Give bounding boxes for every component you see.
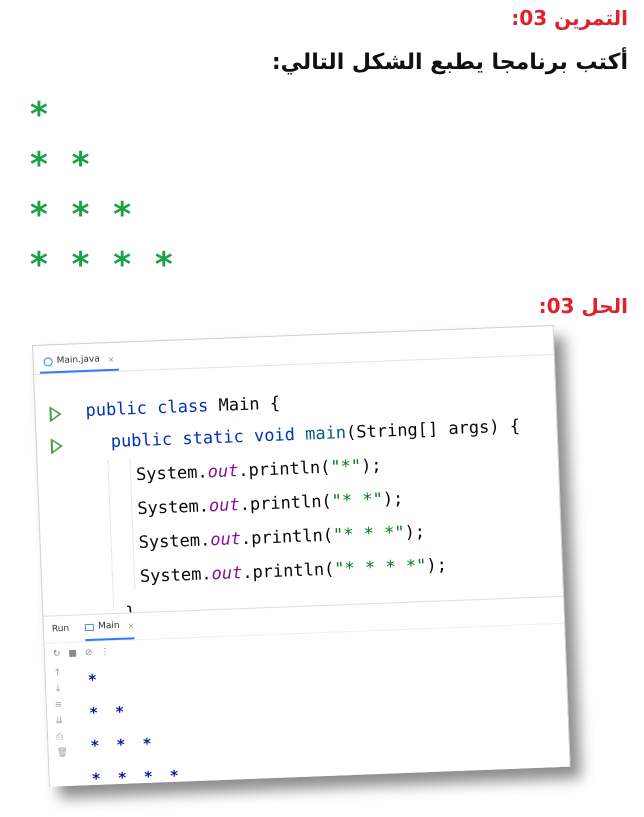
console-line: * * * *	[91, 766, 184, 789]
code-token: );	[426, 555, 448, 577]
run-main-icon[interactable]	[50, 437, 64, 455]
run-tab-main[interactable]: Main ×	[84, 613, 135, 642]
run-class-icon[interactable]	[49, 405, 62, 423]
console-side-toolbar: ↑ ↓ ≡ ⇊ ⎙ 🗑	[53, 668, 70, 758]
code-line-main: public static void main(String[] args) {	[110, 416, 520, 452]
ide-screenshot: Main.java × public class Main { public s…	[32, 324, 571, 788]
code-token: );	[360, 455, 382, 477]
console-line: *	[87, 670, 102, 690]
code-line-class: public class Main {	[85, 394, 280, 421]
keyword: public	[110, 429, 173, 453]
indent-guide	[107, 460, 115, 611]
code-token: out	[207, 461, 239, 483]
soft-wrap-icon[interactable]: ≡	[55, 700, 69, 710]
run-tab-label: Main	[97, 620, 120, 632]
console-line: * *	[88, 702, 129, 723]
scroll-up-icon[interactable]: ↑	[53, 668, 67, 678]
keyword: void	[253, 424, 296, 447]
code-line-print: System.out.println("* * * *");	[140, 555, 448, 587]
code-line-print: System.out.println("* * *");	[138, 522, 425, 553]
console-line: * * *	[90, 734, 156, 756]
console-output: * * * * * * * * * *	[88, 668, 184, 803]
code-token: );	[404, 522, 426, 543]
print-icon[interactable]: ⎙	[56, 732, 70, 742]
code-token: System.	[139, 564, 212, 588]
keyword: static	[182, 426, 245, 450]
pattern-row: * * * *	[30, 245, 179, 285]
exercise-question: أكتب برنامجا يطبع الشكل التالي:	[271, 50, 628, 75]
code-editor[interactable]: public class Main { public static void m…	[34, 355, 564, 635]
string-literal: "* * * *"	[333, 556, 427, 580]
code-line-print: System.out.println("* *");	[137, 489, 404, 519]
string-literal: "* * *"	[332, 522, 406, 546]
code-token: .println(	[239, 491, 333, 516]
rerun-icon[interactable]: ↻	[53, 649, 61, 659]
code-token: .println(	[240, 525, 334, 550]
indent-guide	[129, 459, 136, 590]
code-token: .println(	[241, 559, 335, 584]
code-token: System.	[138, 530, 211, 554]
editor-tab-main-java[interactable]: Main.java ×	[39, 348, 119, 374]
exercise-title: التمرين 03:	[511, 6, 628, 30]
debug-icon[interactable]: ⊘	[85, 648, 93, 658]
code-token: .println(	[237, 457, 331, 482]
run-tool-window: Run Main × ↻ ■ ⊘ ⋮ ↑ ↓ ≡ ⇊ ⎙ 🗑 * * * * *…	[43, 595, 570, 788]
scroll-to-end-icon[interactable]: ⇊	[55, 716, 69, 726]
star-pattern: * * * * * * * * * *	[30, 95, 179, 295]
more-icon[interactable]: ⋮	[100, 647, 109, 657]
code-token: out	[211, 563, 243, 585]
solution-title: الحل 03:	[538, 294, 628, 318]
run-label: Run	[51, 623, 70, 635]
code-token: System.	[135, 462, 209, 486]
method-name: main	[304, 423, 347, 445]
code-token: out	[208, 495, 241, 517]
run-config-icon	[85, 623, 95, 631]
editor-tab-label: Main.java	[56, 354, 100, 367]
pattern-row: * *	[30, 145, 96, 185]
pattern-row: *	[30, 95, 54, 135]
brace: {	[269, 393, 281, 414]
pattern-row: * * *	[30, 195, 138, 235]
code-token: out	[209, 529, 242, 551]
string-literal: "* *"	[331, 489, 384, 512]
class-c-icon	[43, 356, 53, 367]
code-token: );	[382, 488, 404, 510]
scroll-down-icon[interactable]: ↓	[54, 684, 68, 694]
close-icon[interactable]: ×	[127, 621, 134, 630]
stop-icon[interactable]: ■	[68, 649, 77, 659]
string-literal: "*"	[330, 456, 362, 478]
keyword: class	[156, 396, 209, 419]
code-token: System.	[136, 496, 210, 520]
keyword: public	[85, 398, 148, 421]
method-params: (String[] args) {	[345, 416, 521, 443]
trash-icon[interactable]: 🗑	[57, 748, 71, 758]
class-name: Main	[218, 394, 260, 416]
close-icon[interactable]: ×	[108, 354, 115, 363]
code-line-print: System.out.println("*");	[136, 456, 382, 485]
